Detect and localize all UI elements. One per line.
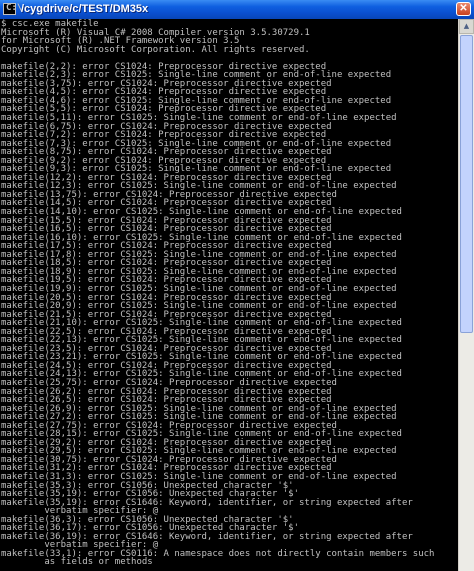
console-app-icon[interactable]: C:\ <box>3 3 22 15</box>
console-line: Copyright (C) Microsoft Corporation. All… <box>1 44 310 55</box>
console-output[interactable]: $ csc.exe makefile Microsoft (R) Visual C… <box>0 19 458 571</box>
console-window: C:\ /cygdrive/c/TEST/DM35x ✕ $ csc.exe m… <box>0 0 474 571</box>
scroll-up-arrow-icon[interactable]: ▲ <box>459 19 474 34</box>
title-bar[interactable]: C:\ /cygdrive/c/TEST/DM35x ✕ <box>0 0 474 19</box>
scroll-thumb[interactable] <box>460 35 473 333</box>
vertical-scrollbar[interactable]: ▲ <box>458 19 474 571</box>
close-button[interactable]: ✕ <box>456 2 471 16</box>
console-line: as fields or methods <box>1 557 153 568</box>
window-title: /cygdrive/c/TEST/DM35x <box>21 3 149 15</box>
